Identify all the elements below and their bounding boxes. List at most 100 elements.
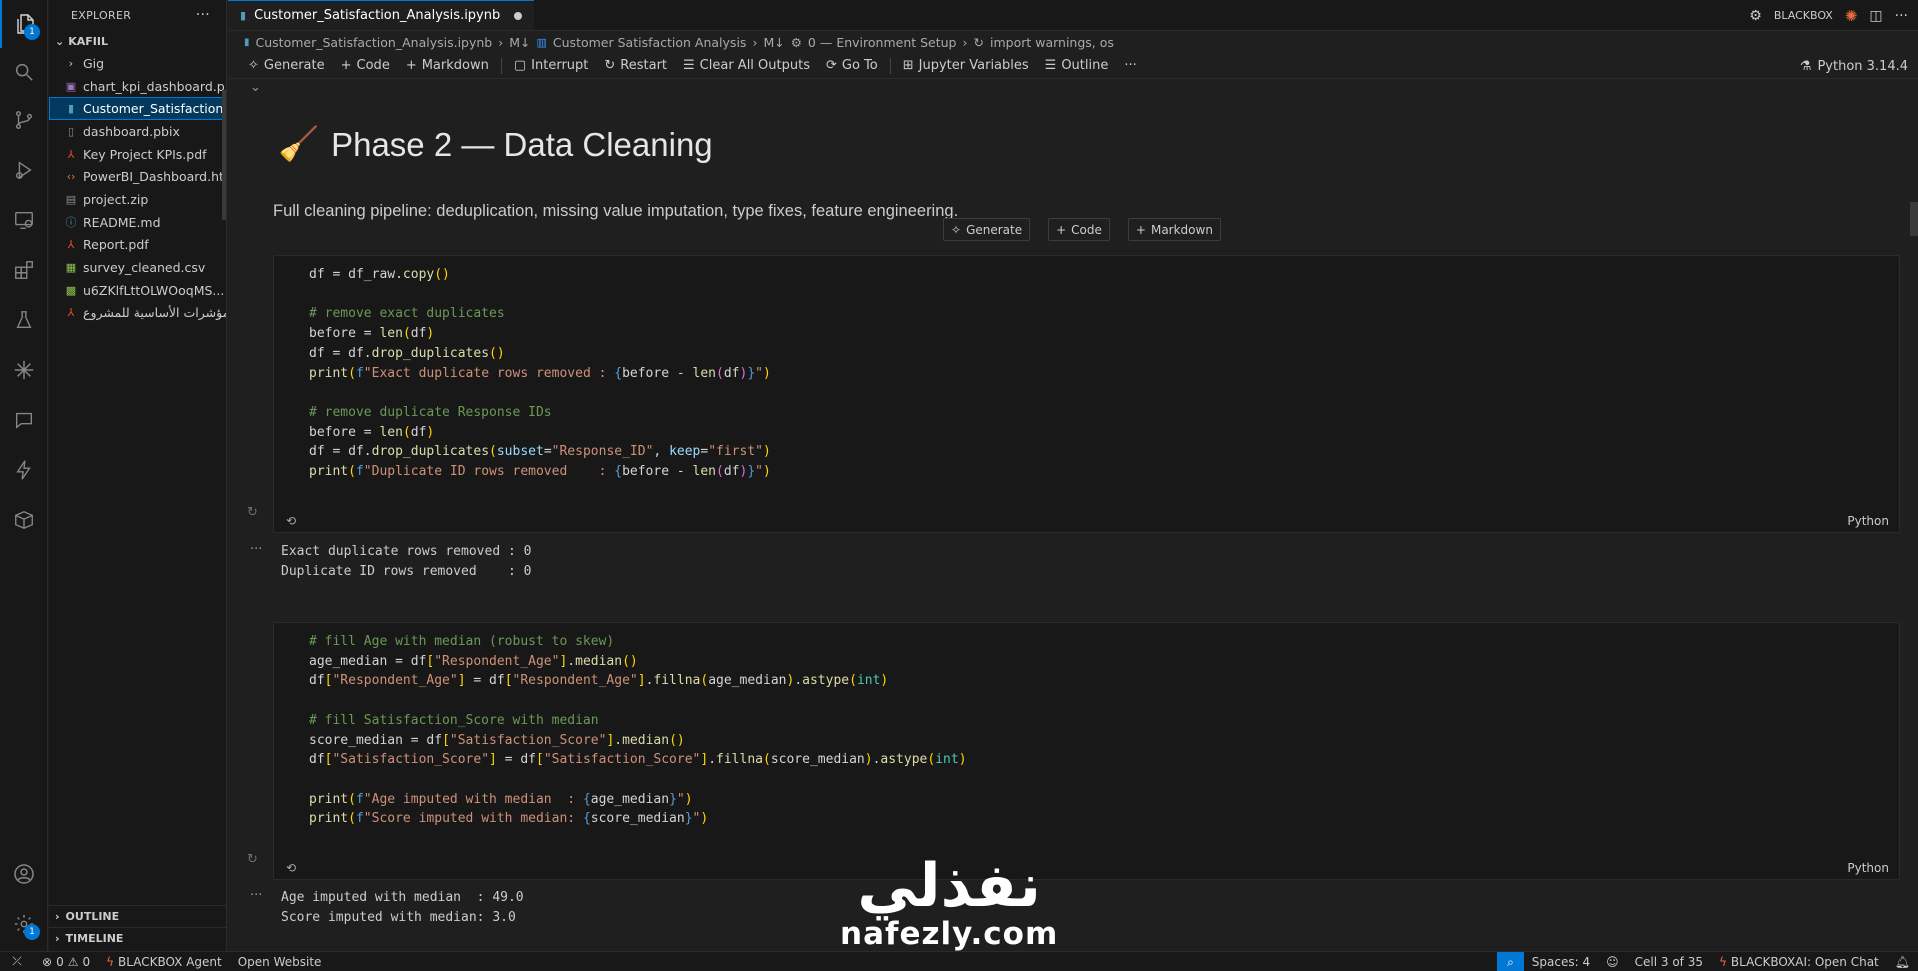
breadcrumb-section[interactable]: Customer Satisfaction Analysis <box>553 35 747 50</box>
indentation-item[interactable]: Spaces: 4 <box>1524 952 1598 971</box>
add-code-button[interactable]: + Code <box>333 54 398 78</box>
tab-notebook[interactable]: ▮ Customer_Satisfaction_Analysis.ipynb <box>228 0 535 30</box>
sidebar-scrollbar[interactable] <box>222 90 226 220</box>
notebook-body: ⌄ 🧹 Phase 2 — Data Cleaning Full cleanin… <box>228 80 1918 951</box>
chevron-right-icon: › <box>962 34 968 50</box>
outline-section[interactable]: › OUTLINE <box>49 905 227 927</box>
cell-position-item[interactable]: Cell 3 of 35 <box>1627 952 1711 971</box>
insert-code-button[interactable]: + Code <box>1048 218 1110 241</box>
plus-icon: + <box>1056 222 1067 237</box>
breadcrumb-file[interactable]: Customer_Satisfaction_Analysis.ipynb <box>256 35 493 50</box>
blackbox-activity[interactable] <box>0 346 48 394</box>
code-cell[interactable]: # fill Age with median (robust to skew) … <box>273 622 1900 880</box>
code-editor[interactable]: df = df_raw.copy() # remove exact duplic… <box>274 256 1899 482</box>
copilot-item[interactable]: ☺ <box>1598 952 1627 971</box>
file-tree-item[interactable]: ▯ dashboard.pbix <box>49 120 226 143</box>
open-website-item[interactable]: Open Website <box>230 952 330 971</box>
search-activity[interactable] <box>0 48 48 96</box>
lightning-icon: ϟ <box>106 954 115 969</box>
run-debug-activity[interactable] <box>0 146 48 194</box>
blackbox-star-icon[interactable]: ✺ <box>1845 7 1858 25</box>
flask-icon <box>16 311 32 329</box>
cell-footer: ⟲ Python <box>274 508 1899 532</box>
blackbox-label[interactable]: BLACKBOX <box>1774 9 1833 22</box>
output-more-icon[interactable]: ··· <box>250 542 262 557</box>
flask-icon: ⚗ <box>1799 58 1812 74</box>
pdf-file-icon: ⅄ <box>67 147 75 161</box>
plus-icon: + <box>340 58 352 73</box>
editor-scrollbar[interactable] <box>1910 80 1918 951</box>
gear-icon: ⚙ <box>790 34 802 50</box>
chevron-down-icon[interactable]: ⌄ <box>250 80 261 95</box>
package-activity[interactable] <box>0 496 48 544</box>
settings-gear-icon[interactable]: ⚙ <box>1749 8 1762 24</box>
plus-icon: + <box>405 58 417 73</box>
file-tree-item[interactable]: ⅄ Key Project KPIs.pdf <box>49 143 226 166</box>
clear-outputs-button[interactable]: ☰ Clear All Outputs <box>675 54 818 78</box>
toolbar-divider <box>500 57 502 74</box>
outline-button[interactable]: ☰ Outline <box>1037 54 1117 78</box>
workspace-name: KAFIIL <box>68 34 108 48</box>
kernel-picker[interactable]: ⚗ Python 3.14.4 <box>1800 53 1908 79</box>
clear-label: Clear All Outputs <box>699 58 810 73</box>
insert-markdown-button[interactable]: + Markdown <box>1127 218 1221 241</box>
explorer-activity[interactable]: 1 <box>0 0 48 48</box>
blackbox-chat-item[interactable]: ϟ BLACKBOXAI: Open Chat <box>1711 952 1887 971</box>
remote-explorer-activity[interactable] <box>0 196 48 244</box>
restart-button[interactable]: ↻ Restart <box>596 54 675 78</box>
file-tree-item[interactable]: ▦ survey_cleaned.csv <box>49 256 226 279</box>
code-cell[interactable]: df = df_raw.copy() # remove exact duplic… <box>273 255 1900 533</box>
timeline-section[interactable]: › TIMELINE <box>49 927 227 949</box>
file-tree-item[interactable]: ▩ u6ZKlfLttOLWOoqMS... <box>49 279 226 302</box>
package-icon <box>15 510 33 530</box>
code-editor[interactable]: # fill Age with median (robust to skew) … <box>274 623 1899 829</box>
workspace-section[interactable]: ⌄ KAFIIL <box>49 30 226 52</box>
manage-activity[interactable]: 1 <box>0 900 48 948</box>
agent-label: BLACKBOX Agent <box>118 954 222 969</box>
file-tree-item[interactable]: ⅄ Report.pdf <box>49 234 226 257</box>
zoom-indicator[interactable]: ⌕ <box>1497 952 1524 971</box>
split-editor-icon[interactable]: ◫ <box>1869 8 1882 24</box>
breadcrumb-subsection[interactable]: 0 — Environment Setup <box>808 35 957 50</box>
extensions-activity[interactable] <box>0 246 48 294</box>
chat-activity[interactable] <box>0 396 48 444</box>
output-more-icon[interactable]: ··· <box>250 888 262 903</box>
file-tree-item[interactable]: ‹› PowerBI_Dashboard.ht... <box>49 165 226 188</box>
remote-indicator[interactable]: ⤫ <box>0 952 34 971</box>
history-icon[interactable]: ⟲ <box>286 861 296 875</box>
more-actions-icon[interactable]: ··· <box>196 7 210 23</box>
breadcrumb-code[interactable]: import warnings, os <box>990 35 1114 50</box>
variables-button[interactable]: ⊞ Jupyter Variables <box>895 54 1037 78</box>
file-tree-item[interactable]: ▣ chart_kpi_dashboard.p... <box>49 75 226 98</box>
file-tree-item[interactable]: ⅄ المؤشرات الأساسية للمشروع <box>49 302 226 325</box>
goto-button[interactable]: ⟳ Go To <box>818 54 886 78</box>
file-tree-item[interactable]: ▮ Customer_Satisfaction... <box>49 97 226 121</box>
cell-language[interactable]: Python <box>1847 861 1889 875</box>
file-tree-item[interactable]: ⓘ README.md <box>49 211 226 234</box>
explorer-title: EXPLORER <box>71 8 132 22</box>
file-tree-item[interactable]: › Gig <box>49 52 226 75</box>
add-markdown-button[interactable]: + Markdown <box>398 54 497 78</box>
problems-indicator[interactable]: ⊗ 0 ⚠ 0 <box>34 952 98 971</box>
cell-language[interactable]: Python <box>1847 514 1889 528</box>
blackbox-agent-item[interactable]: ϟ BLACKBOX Agent <box>98 952 230 971</box>
unsaved-dot-icon[interactable] <box>514 11 523 20</box>
clear-all-icon: ☰ <box>683 58 695 73</box>
execution-status-icon: ↻ <box>247 852 258 867</box>
testing-activity[interactable] <box>0 296 48 344</box>
more-actions-icon[interactable]: ··· <box>1895 8 1908 24</box>
insert-generate-button[interactable]: ✧ Generate <box>943 218 1031 241</box>
generate-button[interactable]: ✧ Generate <box>240 54 333 78</box>
interrupt-button[interactable]: ▢ Interrupt <box>506 54 597 78</box>
notifications-item[interactable]: 🔔︎ <box>1887 952 1918 971</box>
history-icon[interactable]: ⟲ <box>286 514 296 528</box>
file-tree-item[interactable]: ▤ project.zip <box>49 188 226 211</box>
agent-activity[interactable] <box>0 446 48 494</box>
scroll-thumb[interactable] <box>1910 202 1918 236</box>
accounts-activity[interactable] <box>0 850 48 898</box>
file-tree-label: PowerBI_Dashboard.ht... <box>83 169 226 185</box>
lightning-icon: ϟ <box>1718 955 1727 969</box>
tabbar-actions: ⚙ BLACKBOX ✺ ◫ ··· <box>1749 0 1908 31</box>
source-control-activity[interactable] <box>0 96 48 144</box>
toolbar-more-button[interactable]: ··· <box>1116 54 1144 78</box>
